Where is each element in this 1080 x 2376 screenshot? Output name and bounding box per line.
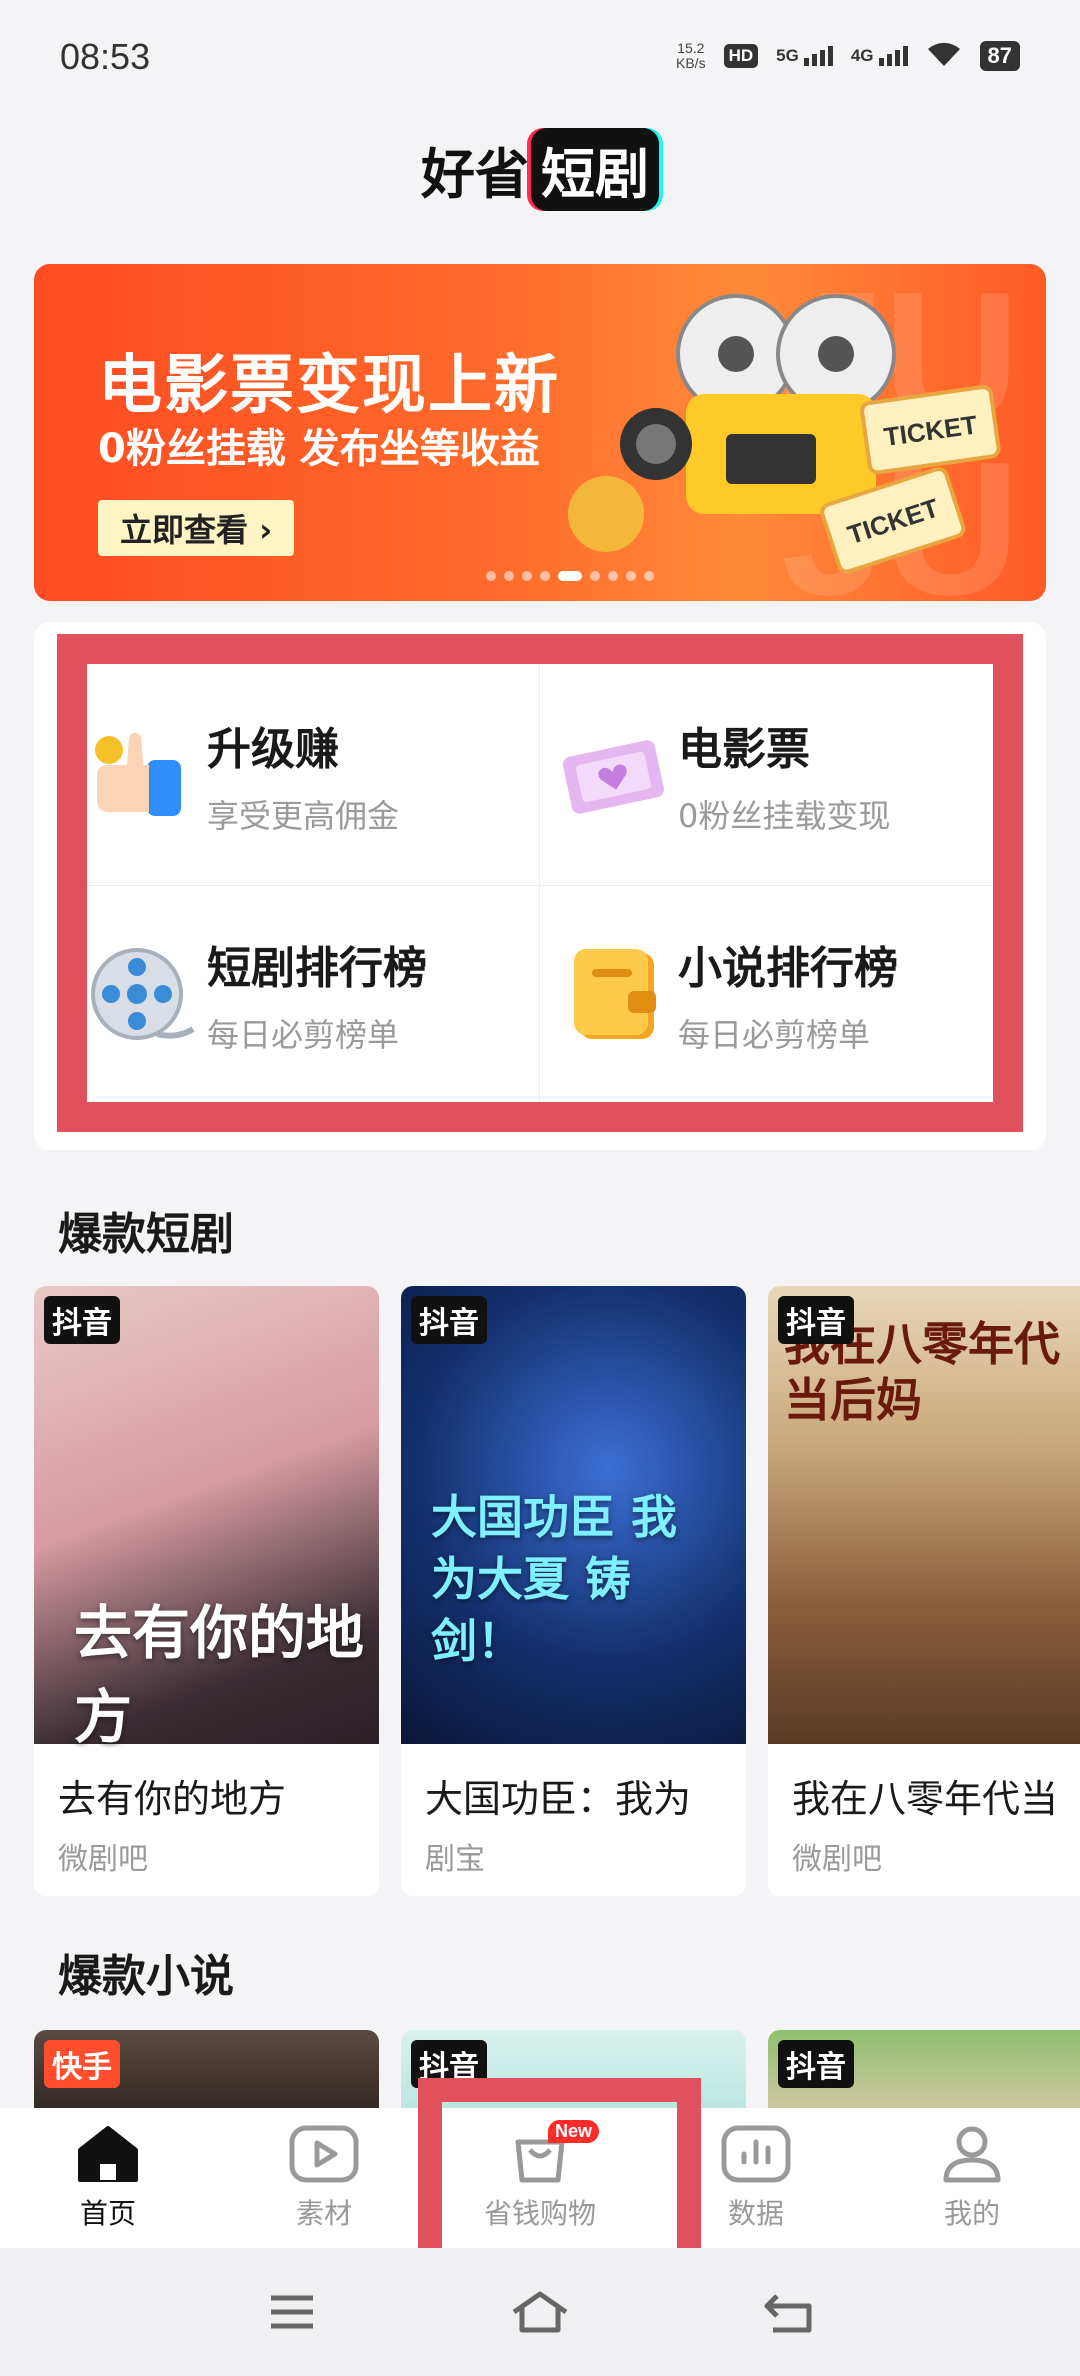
feature-ticket-subtitle: 0粉丝挂载变现 <box>678 796 891 835</box>
pagination-dot <box>608 571 618 581</box>
drama-source: 微剧吧 <box>792 1842 882 1877</box>
pagination-dot <box>558 571 582 581</box>
drama-card[interactable]: 我在八零年代当后妈 抖音 我在八零年代当 微剧吧 <box>768 1286 1080 1896</box>
network-speed: 15.2 KB/s <box>676 40 706 71</box>
banner-view-button[interactable]: 立即查看 › <box>98 500 295 556</box>
signal-5g-icon: 5G <box>776 46 833 66</box>
novel-card[interactable]: 抖音 <box>768 2030 1080 2120</box>
drama-source: 微剧吧 <box>58 1842 148 1877</box>
nav-profile[interactable]: 我的 <box>864 2108 1080 2248</box>
hd-icon: HD <box>723 44 759 68</box>
drama-poster: 去有你的地方 <box>34 1286 379 1751</box>
pagination-dot <box>522 571 532 581</box>
pagination-dot <box>626 571 636 581</box>
nav-materials-label: 素材 <box>295 2197 352 2230</box>
drama-source: 剧宝 <box>425 1842 485 1877</box>
book-icon <box>574 949 656 1039</box>
poster-title: 大国功臣 我为大夏 铸剑！ <box>431 1490 678 1668</box>
feature-upgrade-subtitle: 享受更高佣金 <box>207 796 400 835</box>
section-title-drama: 爆款短剧 <box>58 1209 234 1260</box>
feature-drama-ranking-title: 短剧排行榜 <box>207 943 427 994</box>
user-icon <box>943 2126 1001 2183</box>
drama-name: 大国功臣：我为 <box>425 1777 692 1821</box>
chart-icon <box>721 2125 791 2183</box>
feature-upgrade-title: 升级赚 <box>207 723 339 775</box>
home-icon <box>78 2126 138 2182</box>
pagination-dot <box>504 571 514 581</box>
back-icon[interactable] <box>763 2290 813 2334</box>
feature-ticket-title: 电影票 <box>678 723 810 775</box>
feature-novel-ranking-title: 小说排行榜 <box>678 943 898 994</box>
nav-materials[interactable]: 素材 <box>216 2108 432 2248</box>
feature-drama-ranking-subtitle: 每日必剪榜单 <box>207 1016 400 1054</box>
platform-tag: 快手 <box>44 2040 120 2088</box>
play-icon <box>289 2125 359 2183</box>
nav-profile-label: 我的 <box>943 2197 1000 2230</box>
wifi-icon <box>926 40 962 72</box>
status-bar: 08:53 15.2 KB/s HD 5G 4G 87 <box>0 0 1080 110</box>
poster-title: 去有你的地方 <box>74 1599 365 1751</box>
platform-tag: 抖音 <box>778 1296 854 1344</box>
logo-badge-text: 短剧 <box>531 128 659 211</box>
home-button-icon[interactable] <box>510 2290 570 2334</box>
logo-text: 好省 <box>421 143 529 206</box>
feature-drama-ranking[interactable]: 短剧排行榜 每日必剪榜单 <box>87 886 540 1102</box>
drama-name: 去有你的地方 <box>58 1777 287 1821</box>
battery-icon: 87 <box>979 41 1020 71</box>
nav-home[interactable]: 首页 <box>0 2108 216 2248</box>
pagination-dot <box>486 571 496 581</box>
banner-title: 电影票变现上新 <box>98 349 560 423</box>
drama-card[interactable]: 去有你的地方 抖音 去有你的地方 微剧吧 <box>34 1286 379 1896</box>
app-logo: 好省 短剧 <box>0 128 1080 211</box>
status-icons: 15.2 KB/s HD 5G 4G 87 <box>676 40 1020 72</box>
thumbs-up-icon <box>95 731 181 816</box>
pagination-dot <box>540 571 550 581</box>
drama-poster: 我在八零年代当后妈 <box>768 1286 1080 1744</box>
drama-poster: 大国功臣 我为大夏 铸剑！ <box>401 1286 746 1744</box>
pagination-dot <box>644 571 654 581</box>
drama-list: 去有你的地方 抖音 去有你的地方 微剧吧 大国功臣 我为大夏 铸剑！ 抖音 大国… <box>34 1286 1080 1896</box>
drama-name: 我在八零年代当 <box>792 1777 1059 1821</box>
pagination-dot <box>590 571 600 581</box>
banner-pagination <box>34 571 1046 581</box>
platform-tag: 抖音 <box>778 2040 854 2088</box>
film-reel-icon <box>91 948 195 1040</box>
menu-icon[interactable] <box>267 2292 317 2332</box>
feature-upgrade[interactable]: 升级赚 享受更高佣金 <box>87 664 540 886</box>
platform-tag: 抖音 <box>44 1296 120 1344</box>
section-title-novel: 爆款小说 <box>58 1951 234 2002</box>
clock: 08:53 <box>60 36 151 77</box>
promo-banner[interactable]: JUJU 电影票变现上新 0粉丝挂载 发布坐等收益 立即查看 › TICKET … <box>34 264 1046 601</box>
nav-data-label: 数据 <box>727 2197 784 2230</box>
feature-novel-ranking[interactable]: 小说排行榜 每日必剪榜单 <box>540 886 993 1102</box>
signal-4g-icon: 4G <box>851 46 908 66</box>
drama-card[interactable]: 大国功臣 我为大夏 铸剑！ 抖音 大国功臣：我为 剧宝 <box>401 1286 746 1896</box>
banner-subtitle: 0粉丝挂载 发布坐等收益 <box>98 426 540 472</box>
system-nav-bar <box>0 2248 1080 2376</box>
feature-movie-ticket[interactable]: 电影票 0粉丝挂载变现 <box>540 664 993 886</box>
nav-home-label: 首页 <box>79 2197 136 2230</box>
feature-novel-ranking-subtitle: 每日必剪榜单 <box>678 1016 871 1054</box>
movie-projector-icon: TICKET TICKET <box>568 294 1001 574</box>
novel-card[interactable]: 快手 <box>34 2030 379 2120</box>
platform-tag: 抖音 <box>411 1296 487 1344</box>
feature-grid: 升级赚 享受更高佣金 电影票 0粉丝挂载变现 短剧排行榜 每日必剪榜单 小说排行… <box>87 664 993 1102</box>
ticket-icon <box>562 739 664 814</box>
